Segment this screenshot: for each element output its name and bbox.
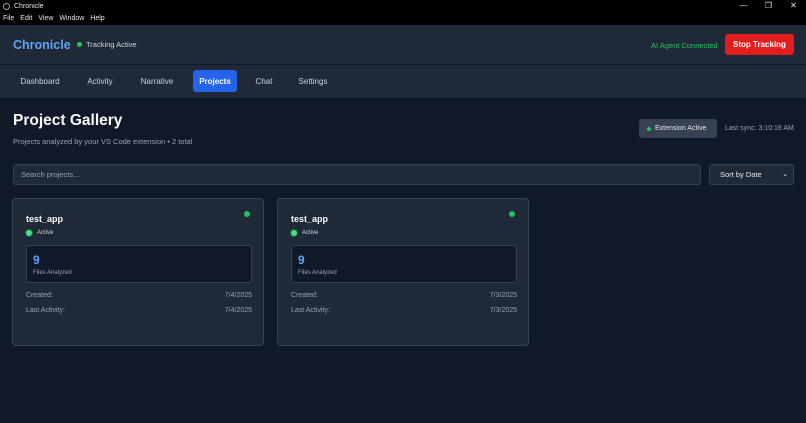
last-activity-date: 7/4/2025 — [224, 307, 252, 314]
live-indicator-icon — [509, 211, 515, 217]
maximize-icon[interactable]: ❐ — [756, 0, 781, 12]
sort-selected-value: Sort by Date — [720, 170, 762, 179]
project-status: Active — [291, 230, 318, 236]
files-analyzed-stat: 9 Files Analyzed — [291, 245, 517, 283]
tab-dashboard[interactable]: Dashboard — [13, 70, 67, 92]
minimize-icon[interactable]: — — [731, 0, 756, 12]
last-activity-row: Last Activity: 7/4/2025 — [26, 307, 252, 314]
files-analyzed-stat: 9 Files Analyzed — [26, 245, 252, 283]
tab-narrative[interactable]: Narrative — [132, 70, 182, 92]
menu-file[interactable]: File — [3, 15, 14, 22]
status-dot-icon — [291, 230, 297, 236]
tracking-indicator: Tracking Active — [77, 40, 137, 49]
window-controls: — ❐ ✕ — [731, 0, 806, 12]
live-indicator-icon — [244, 211, 250, 217]
menu-edit[interactable]: Edit — [20, 15, 32, 22]
created-row: Created: 7/4/2025 — [26, 292, 252, 299]
created-label: Created: — [26, 292, 53, 299]
created-row: Created: 7/3/2025 — [291, 292, 517, 299]
tab-chat[interactable]: Chat — [248, 70, 280, 92]
search-input[interactable] — [13, 164, 701, 185]
window-title: Chronicle — [14, 2, 44, 10]
extension-status-label: Extension Active — [655, 125, 707, 132]
project-status-label: Active — [37, 230, 54, 236]
menu-view[interactable]: View — [38, 15, 53, 22]
files-analyzed-label: Files Analyzed — [298, 270, 337, 276]
status-dot-icon — [77, 42, 82, 47]
page-subtitle: Projects analyzed by your VS Code extens… — [13, 137, 193, 146]
last-activity-label: Last Activity: — [26, 307, 65, 314]
app-icon — [3, 2, 10, 10]
sort-select[interactable]: Sort by Date ⌄ — [709, 164, 794, 185]
project-card[interactable]: test_app Active 9 Files Analyzed Created… — [277, 198, 529, 346]
stop-tracking-button[interactable]: Stop Tracking — [725, 34, 794, 55]
created-label: Created: — [291, 292, 318, 299]
created-date: 7/3/2025 — [489, 292, 517, 299]
tracking-status: Tracking Active — [86, 40, 137, 49]
chevron-down-icon: ⌄ — [782, 171, 788, 178]
project-status: Active — [26, 230, 53, 236]
last-activity-row: Last Activity: 7/3/2025 — [291, 307, 517, 314]
files-analyzed-label: Files Analyzed — [33, 270, 72, 276]
project-status-label: Active — [302, 230, 319, 236]
app-header: Chronicle Tracking Active AI Agent Conne… — [0, 25, 806, 65]
main-nav: Dashboard Activity Narrative Projects Ch… — [0, 65, 806, 99]
created-date: 7/4/2025 — [224, 292, 252, 299]
window-titlebar: Chronicle — ❐ ✕ — [0, 0, 806, 12]
brand-logo: Chronicle — [13, 38, 71, 52]
ai-agent-status: AI Agent Connected — [651, 41, 718, 50]
files-analyzed-count: 9 — [298, 253, 305, 267]
menu-window[interactable]: Window — [59, 15, 84, 22]
project-card[interactable]: test_app Active 9 Files Analyzed Created… — [12, 198, 264, 346]
last-activity-date: 7/3/2025 — [489, 307, 517, 314]
menu-help[interactable]: Help — [90, 15, 104, 22]
project-name: test_app — [26, 214, 64, 224]
files-analyzed-count: 9 — [33, 253, 40, 267]
page-title: Project Gallery — [13, 112, 123, 129]
tab-activity[interactable]: Activity — [78, 70, 122, 92]
status-dot-icon — [26, 230, 32, 236]
extension-dot-icon — [647, 126, 651, 131]
last-activity-label: Last Activity: — [291, 307, 330, 314]
tab-settings[interactable]: Settings — [291, 70, 335, 92]
project-name: test_app — [291, 214, 329, 224]
last-sync: Last sync: 3:10:16 AM — [725, 125, 794, 132]
menu-bar: File Edit View Window Help — [0, 12, 806, 25]
tab-projects[interactable]: Projects — [193, 70, 237, 92]
extension-status-badge: Extension Active — [639, 119, 717, 138]
close-icon[interactable]: ✕ — [781, 0, 806, 12]
